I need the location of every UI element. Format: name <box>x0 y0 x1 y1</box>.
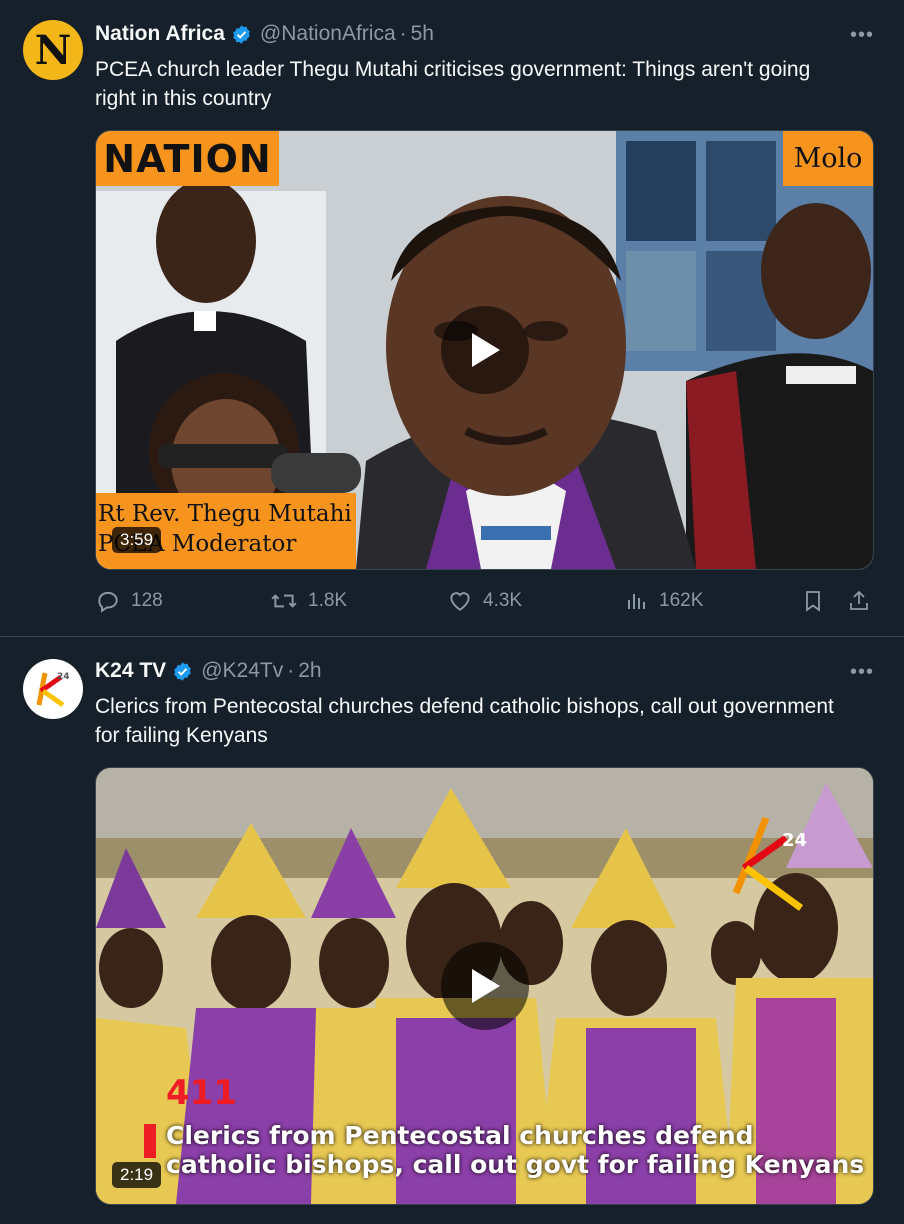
svg-text:24: 24 <box>57 672 70 682</box>
views-button[interactable]: 162K <box>625 588 703 614</box>
avatar[interactable]: N <box>23 20 83 80</box>
bookmark-icon <box>806 591 820 612</box>
k24-411-label: 411 <box>166 1073 237 1113</box>
more-options-icon[interactable]: ••• <box>850 24 874 47</box>
heart-icon <box>450 592 470 611</box>
red-accent-bar <box>144 1124 156 1158</box>
views-icon <box>628 594 645 609</box>
author-handle[interactable]: @K24Tv <box>201 659 283 683</box>
play-button[interactable] <box>440 942 529 1030</box>
share-button[interactable] <box>847 588 881 614</box>
timestamp[interactable]: 2h <box>298 659 321 683</box>
avatar[interactable]: 24 <box>23 659 83 719</box>
headline-line-2: catholic bishops, call out govt for fail… <box>166 1150 865 1179</box>
svg-text:24: 24 <box>782 830 807 851</box>
author-handle[interactable]: @NationAfrica <box>260 22 396 46</box>
bookmark-button[interactable] <box>801 588 835 614</box>
play-button[interactable] <box>440 306 529 394</box>
reply-icon <box>98 591 118 613</box>
share-icon <box>850 590 868 610</box>
tweet-actions: 128 1.8K 4.3K 162K <box>95 588 872 620</box>
k24-logo-icon: 24 <box>36 672 70 708</box>
repost-icon <box>271 594 297 608</box>
tweet-text: PCEA church leader Thegu Mutahi criticis… <box>95 58 811 110</box>
views-count: 162K <box>659 590 704 611</box>
repost-button[interactable]: 1.8K <box>270 588 347 614</box>
tweet-header: K24 TV @K24Tv · 2h <box>95 659 322 683</box>
tweet-k24-tv[interactable]: 24 K24 TV @K24Tv · 2h ••• Clerics from P… <box>0 637 904 1224</box>
more-options-icon[interactable]: ••• <box>850 661 874 684</box>
timestamp[interactable]: 5h <box>411 22 434 46</box>
headline-line-1: Clerics from Pentecostal churches defend <box>166 1121 754 1150</box>
video-duration: 3:59 <box>112 527 162 553</box>
location-tag: Molo <box>783 131 873 186</box>
avatar-letter: N <box>34 26 72 74</box>
author-name[interactable]: K24 TV <box>95 659 166 683</box>
caption-line-1: Rt Rev. Thegu Mutahi <box>98 501 352 527</box>
video-thumbnail[interactable]: 24 411 Clerics from Pentecostal churches… <box>95 767 874 1205</box>
video-thumbnail[interactable]: NATION Molo Rt Rev. Thegu Mutahi PCEA Mo… <box>95 130 874 570</box>
like-button[interactable]: 4.3K <box>447 588 522 614</box>
reply-button[interactable]: 128 <box>95 588 163 614</box>
video-duration: 2:19 <box>112 1162 162 1188</box>
verified-badge-icon <box>172 661 193 682</box>
reply-count: 128 <box>131 590 163 611</box>
like-count: 4.3K <box>483 590 523 611</box>
author-name[interactable]: Nation Africa <box>95 22 225 46</box>
verified-badge-icon <box>231 24 252 45</box>
tweet-text: Clerics from Pentecostal churches defend… <box>95 695 834 747</box>
nation-logo: NATION <box>96 131 279 186</box>
play-icon <box>471 333 500 367</box>
play-icon <box>471 969 500 1003</box>
separator-dot: · <box>399 22 407 45</box>
tweet-header: Nation Africa @NationAfrica · 5h <box>95 22 434 46</box>
separator-dot: · <box>287 659 295 682</box>
repost-count: 1.8K <box>308 590 348 611</box>
tweet-nation-africa[interactable]: N Nation Africa @NationAfrica · 5h ••• P… <box>0 0 904 637</box>
